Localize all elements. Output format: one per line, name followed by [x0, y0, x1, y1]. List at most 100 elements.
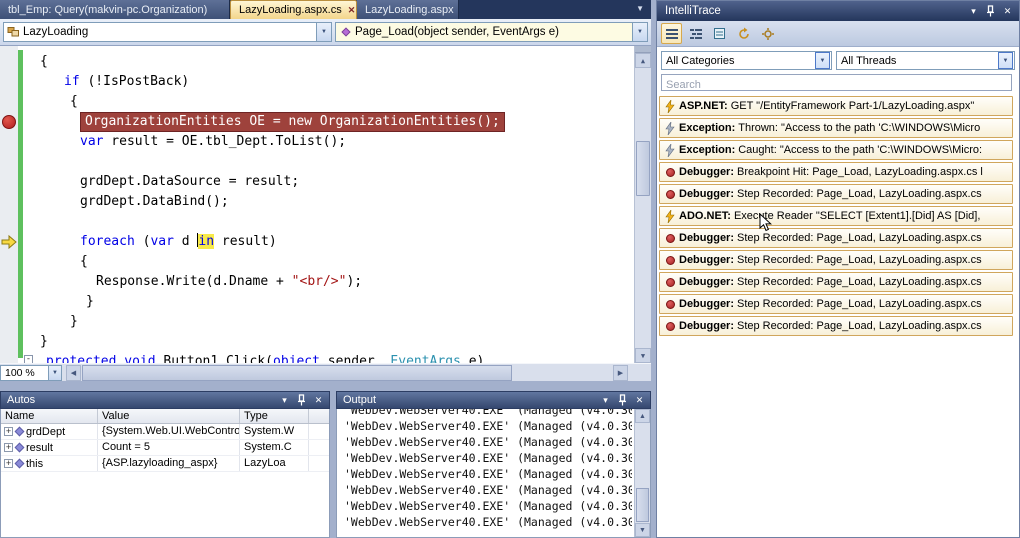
scroll-down-icon[interactable]: ▼ — [635, 523, 650, 537]
intellitrace-event[interactable]: Debugger:Step Recorded: Page_Load, LazyL… — [659, 184, 1013, 204]
options-gear-icon[interactable] — [757, 23, 778, 44]
chevron-down-icon[interactable]: ▼ — [48, 366, 61, 380]
pin-icon[interactable] — [295, 394, 308, 407]
event-category: Debugger: — [679, 188, 734, 200]
intellitrace-event[interactable]: Debugger:Breakpoint Hit: Page_Load, Lazy… — [659, 162, 1013, 182]
scroll-down-icon[interactable]: ▼ — [635, 348, 651, 363]
breakpoint-icon[interactable] — [2, 115, 16, 129]
debugger-event-icon — [663, 234, 677, 243]
chevron-down-icon[interactable]: ▼ — [815, 52, 830, 69]
breakpoint-margin[interactable] — [0, 46, 18, 363]
chevron-down-icon[interactable]: ▼ — [632, 23, 647, 41]
debugger-event-icon — [663, 256, 677, 265]
variable-value: {ASP.lazyloading_aspx} — [98, 456, 240, 471]
intellitrace-event[interactable]: Debugger:Step Recorded: Page_Load, LazyL… — [659, 250, 1013, 270]
chevron-down-icon[interactable]: ▾ — [967, 5, 980, 18]
variable-icon — [15, 459, 25, 469]
column-header-value[interactable]: Value — [98, 409, 240, 423]
event-category: Exception: — [679, 144, 735, 156]
output-vertical-scrollbar[interactable]: ▲ ▼ — [634, 409, 650, 537]
scroll-left-icon[interactable]: ◀ — [66, 365, 81, 381]
close-icon[interactable]: ✕ — [1001, 5, 1014, 18]
intellitrace-event[interactable]: Debugger:Step Recorded: Page_Load, LazyL… — [659, 316, 1013, 336]
event-category: Exception: — [679, 122, 735, 134]
zoom-combo[interactable]: 100 % ▼ — [0, 365, 62, 381]
pin-icon[interactable] — [984, 5, 997, 18]
pin-icon[interactable] — [616, 394, 629, 407]
scroll-right-icon[interactable]: ▶ — [613, 365, 628, 381]
output-lines: 'WebDev.WebServer40.EXE' (Managed (v4.0.… — [344, 409, 632, 530]
tab-tbl-emp-query[interactable]: tbl_Emp: Query(makvin-pc.Organization) — [0, 0, 230, 19]
variable-name-cell: + result — [1, 440, 98, 455]
intellitrace-event[interactable]: Debugger:Step Recorded: Page_Load, LazyL… — [659, 228, 1013, 248]
intellitrace-event[interactable]: Debugger:Step Recorded: Page_Load, LazyL… — [659, 272, 1013, 292]
splitter-grip[interactable] — [635, 46, 651, 53]
column-header-name[interactable]: Name — [1, 409, 98, 423]
expand-icon[interactable]: + — [4, 459, 13, 468]
document-list-dropdown-icon[interactable]: ▼ — [636, 5, 644, 13]
debugger-event-icon — [663, 278, 677, 287]
chevron-down-icon[interactable]: ▾ — [278, 394, 291, 407]
expand-icon[interactable]: + — [4, 427, 13, 436]
refresh-icon[interactable] — [733, 23, 754, 44]
intellitrace-event[interactable]: Debugger:Step Recorded: Page_Load, LazyL… — [659, 294, 1013, 314]
calls-view-icon[interactable] — [685, 23, 706, 44]
chevron-down-icon[interactable]: ▼ — [316, 23, 331, 41]
chevron-down-icon[interactable]: ▼ — [998, 52, 1013, 69]
intellitrace-event[interactable]: ASP.NET:GET "/EntityFramework Part-1/Laz… — [659, 96, 1013, 116]
event-text: Step Recorded: Page_Load, LazyLoading.as… — [737, 276, 982, 288]
autos-row[interactable]: +resultCount = 5System.C — [1, 440, 329, 456]
close-icon[interactable]: ✕ — [348, 6, 356, 15]
code-line: protected void Button1_Click(object send… — [36, 352, 633, 363]
members-combo[interactable]: Page_Load(object sender, EventArgs e) ▼ — [335, 22, 648, 42]
event-text: GET "/EntityFramework Part-1/LazyLoading… — [731, 100, 975, 112]
threads-filter-combo[interactable]: All Threads ▼ — [836, 51, 1015, 70]
tab-lazyloading-aspx[interactable]: LazyLoading.aspx — [357, 0, 459, 19]
intellitrace-event[interactable]: Exception:Caught: "Access to the path 'C… — [659, 140, 1013, 160]
method-icon — [336, 26, 355, 38]
fold-collapse-icon[interactable]: - — [24, 355, 33, 363]
output-line: 'WebDev.WebServer40.EXE' (Managed (v4.0.… — [344, 498, 632, 514]
intellitrace-title-bar[interactable]: IntelliTrace ▾ ✕ — [657, 1, 1019, 21]
close-icon[interactable]: ✕ — [312, 394, 325, 407]
types-combo[interactable]: LazyLoading ▼ — [3, 22, 332, 42]
column-header-type[interactable]: Type — [240, 409, 309, 423]
event-text: Execute Reader "SELECT [Extent1].[Did] A… — [734, 210, 980, 222]
debugger-event-icon — [663, 322, 677, 331]
autos-grid: Name Value Type +grdDept{System.Web.UI.W… — [0, 409, 330, 538]
output-content[interactable]: 'WebDev.WebServer40.EXE' (Managed (v4.0.… — [336, 409, 651, 538]
tab-lazyloading-aspx-cs[interactable]: LazyLoading.aspx.cs ✕ — [230, 0, 357, 19]
variable-name: result — [26, 442, 53, 454]
autos-rows: +grdDept{System.Web.UI.WebControlsSystem… — [1, 424, 329, 472]
autos-row[interactable]: +this{ASP.lazyloading_aspx}LazyLoa — [1, 456, 329, 472]
search-input[interactable] — [662, 78, 1011, 93]
scroll-up-icon[interactable]: ▲ — [635, 409, 650, 423]
output-line: 'WebDev.WebServer40.EXE' (Managed (v4.0.… — [344, 514, 632, 530]
editor-horizontal-scrollbar[interactable]: 100 % ▼ ◀ ▶ — [0, 363, 651, 381]
chevron-down-icon[interactable]: ▾ — [599, 394, 612, 407]
search-box — [661, 74, 1012, 91]
event-category: Debugger: — [679, 276, 734, 288]
close-icon[interactable]: ✕ — [633, 394, 646, 407]
scrollbar-thumb[interactable] — [636, 141, 650, 196]
intellitrace-event[interactable]: Exception:Thrown: "Access to the path 'C… — [659, 118, 1013, 138]
output-title-bar[interactable]: Output ▾ ✕ — [336, 391, 651, 409]
intellitrace-event[interactable]: ADO.NET:Execute Reader "SELECT [Extent1]… — [659, 206, 1013, 226]
events-view-icon[interactable] — [661, 23, 682, 44]
save-log-icon[interactable] — [709, 23, 730, 44]
expand-icon[interactable]: + — [4, 443, 13, 452]
autos-title-bar[interactable]: Autos ▾ ✕ — [0, 391, 330, 409]
scroll-up-icon[interactable]: ▲ — [635, 53, 651, 68]
scrollbar-thumb[interactable] — [82, 365, 512, 381]
autos-row[interactable]: +grdDept{System.Web.UI.WebControlsSystem… — [1, 424, 329, 440]
debugger-event-icon — [663, 190, 677, 199]
code-line: } — [36, 312, 633, 332]
categories-filter-combo[interactable]: All Categories ▼ — [661, 51, 832, 70]
code-editor[interactable]: {if (!IsPostBack){OrganizationEntities O… — [0, 46, 651, 363]
scrollbar-thumb[interactable] — [636, 488, 649, 522]
code-line: { — [36, 92, 633, 112]
editor-vertical-scrollbar[interactable]: ▲ ▼ — [634, 46, 651, 363]
members-combo-value: Page_Load(object sender, EventArgs e) — [355, 26, 632, 38]
event-category: Debugger: — [679, 166, 734, 178]
event-text: Step Recorded: Page_Load, LazyLoading.as… — [737, 320, 982, 332]
